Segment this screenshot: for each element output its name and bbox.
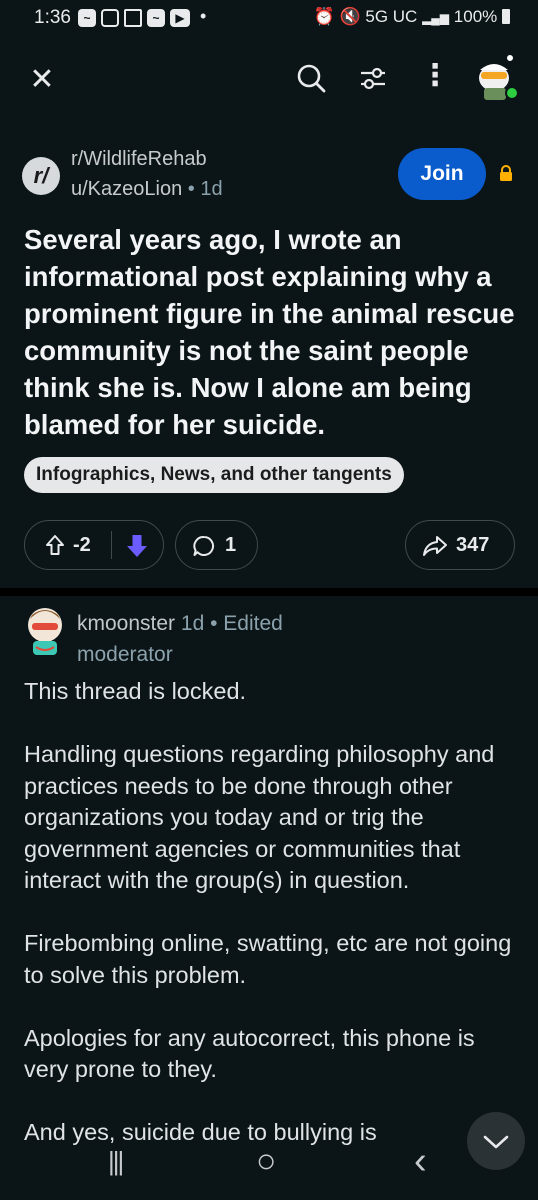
search-icon [297, 64, 326, 93]
status-right: ⏰ 🔇 5G UC ▂▄▆ 100% [314, 7, 510, 27]
subreddit-icon-text: r/ [33, 163, 49, 188]
search-button[interactable] [295, 62, 327, 94]
system-nav-bar: ||| ○ ‹ [0, 1140, 538, 1200]
back-icon[interactable]: ‹ [414, 1140, 427, 1183]
share-count: 347 [456, 534, 490, 556]
youtube-icon: ▶ [170, 9, 190, 27]
downvote-icon[interactable] [125, 533, 149, 559]
app-icon: ~ [147, 9, 165, 27]
comments-button[interactable]: 1 [175, 520, 258, 570]
app-icon: ~ [78, 9, 96, 27]
lock-icon [500, 165, 512, 181]
filter-button[interactable] [357, 62, 389, 94]
commenter-avatar[interactable] [22, 603, 68, 661]
comment-paragraph: Apologies for any autocorrect, this phon… [24, 1024, 475, 1083]
vote-score: -2 [73, 534, 91, 556]
comment-age: 1d [180, 612, 205, 635]
recents-icon[interactable]: ||| [108, 1146, 124, 1177]
comment-username[interactable]: kmoonster [77, 612, 175, 635]
moderator-badge: moderator [77, 643, 173, 666]
post-age: 1d [200, 178, 223, 200]
network-label: 5G UC [365, 7, 418, 26]
more-options-button[interactable]: ⋮ [420, 61, 450, 94]
close-button[interactable]: ✕ [26, 62, 58, 96]
battery-icon [502, 9, 510, 24]
post-title: Several years ago, I wrote an informatio… [24, 224, 515, 440]
subreddit-name[interactable]: r/WildlifeRehab [71, 148, 207, 171]
filter-icon [361, 67, 385, 90]
section-divider [0, 588, 538, 596]
more-icon: ⋮ [420, 59, 450, 92]
separator-dot: • [187, 178, 195, 200]
author-name[interactable]: u/KazeoLion [71, 178, 182, 200]
battery-label: 100% [453, 7, 498, 26]
join-button[interactable]: Join [398, 148, 486, 200]
profile-avatar-button[interactable] [472, 50, 520, 102]
vote-divider [111, 531, 112, 559]
home-icon[interactable]: ○ [256, 1142, 277, 1181]
alarm-icon: ⏰ [313, 7, 335, 26]
instagram-icon [101, 9, 119, 27]
comment-paragraph: Firebombing online, swatting, etc are no… [24, 930, 512, 988]
vote-bar: -2 [24, 520, 164, 570]
comment-count: 1 [225, 534, 237, 556]
close-icon: ✕ [29, 63, 55, 96]
comment-meta: kmoonster 1d • Edited [77, 612, 283, 636]
status-dot: • [200, 6, 207, 26]
upvote-icon[interactable] [45, 534, 65, 556]
post-flair[interactable]: Infographics, News, and other tangents [24, 457, 404, 493]
status-bar: 1:36 ~ ~ ▶ • ⏰ 🔇 5G UC ▂▄▆ 100% [0, 0, 538, 38]
avatar-icon [479, 55, 519, 100]
comment-icon [193, 535, 215, 556]
news-icon [124, 9, 142, 27]
signal-icon: ▂▄▆ [422, 11, 450, 25]
share-icon [423, 536, 447, 556]
comment-paragraph: Handling questions regarding philosophy … [24, 741, 495, 893]
subreddit-icon[interactable]: r/ [22, 157, 60, 195]
comment-edited: Edited [223, 612, 283, 635]
share-button[interactable]: 347 [405, 520, 515, 570]
mute-icon: 🔇 [339, 7, 361, 26]
comment-body: This thread is locked. Handling question… [24, 676, 519, 1180]
comment-paragraph: This thread is locked. [24, 678, 247, 704]
status-time: 1:36 [34, 7, 71, 28]
author-line: u/KazeoLion • 1d [71, 178, 223, 201]
comment-separator: • [210, 612, 218, 635]
